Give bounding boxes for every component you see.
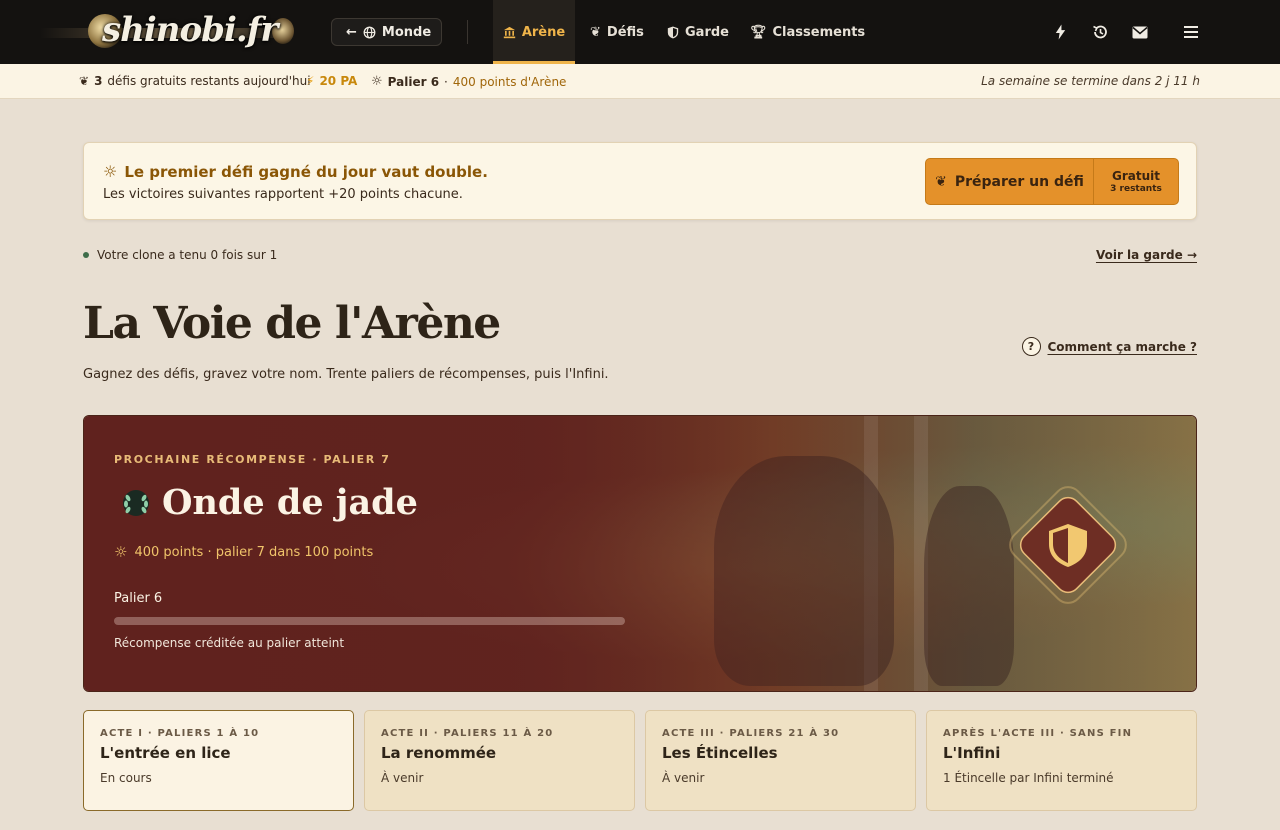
- act-status: À venir: [381, 771, 424, 785]
- tab-label: Défis: [606, 24, 644, 40]
- how-it-works[interactable]: ? Comment ça marche ?: [1021, 337, 1198, 356]
- history-icon[interactable]: [1090, 22, 1110, 42]
- banner-title-text: Le premier défi gagné du jour vaut doubl…: [124, 162, 488, 181]
- view-guard-link[interactable]: Voir la garde →: [1096, 248, 1197, 262]
- current-tier: Palier 6: [114, 591, 163, 606]
- reward-points: ☼ 400 points · palier 7 dans 100 points: [114, 543, 373, 561]
- reward-note: Récompense créditée au palier atteint: [114, 636, 345, 650]
- cta-label: Préparer un défi: [954, 173, 1084, 190]
- banner-title: ☼ Le premier défi gagné du jour vaut dou…: [103, 162, 488, 181]
- week-countdown: La semaine se termine dans 2 j 11 h: [981, 74, 1200, 88]
- act-card-3[interactable]: ACTE III · PALIERS 21 À 30 Les Étincelle…: [645, 710, 916, 811]
- tab-garde[interactable]: Garde: [667, 0, 729, 64]
- tier-progress-bar: [114, 617, 625, 625]
- tab-arene[interactable]: Arène: [493, 0, 575, 64]
- act-status: En cours: [100, 771, 152, 785]
- act-card-infinite[interactable]: APRÈS L'ACTE III · SANS FIN L'Infini 1 É…: [926, 710, 1197, 811]
- sun-icon: ☼: [103, 162, 118, 181]
- prepare-challenge-main[interactable]: ❦ Préparer un défi: [926, 159, 1094, 204]
- prepare-challenge-button[interactable]: ❦ Préparer un défi Gratuit 3 restants: [925, 158, 1179, 205]
- status-bar: ❦ 3 défis gratuits restants aujourd'hui …: [0, 64, 1280, 99]
- act-title: La renommée: [381, 744, 497, 762]
- menu-icon[interactable]: [1181, 22, 1201, 42]
- nav-divider: [467, 20, 468, 44]
- lotus-icon: ❦: [935, 173, 947, 190]
- act-kicker: APRÈS L'ACTE III · SANS FIN: [943, 728, 1133, 739]
- act-kicker: ACTE III · PALIERS 21 À 30: [662, 728, 840, 739]
- banner-subtitle: Les victoires suivantes rapportent +20 p…: [103, 187, 463, 202]
- free-badge: Gratuit 3 restants: [1094, 159, 1178, 204]
- temple-icon: [503, 26, 515, 38]
- tier-info: ☼ Palier 6 · 400 points d'Arène: [371, 74, 566, 89]
- mail-icon[interactable]: [1130, 22, 1150, 42]
- free-badge-title: Gratuit: [1112, 169, 1160, 183]
- status-dot: [83, 252, 89, 258]
- act-kicker: ACTE II · PALIERS 11 À 20: [381, 728, 554, 739]
- reward-points-text: 400 points · palier 7 dans 100 points: [134, 544, 374, 560]
- sun-icon: ☼: [114, 543, 128, 561]
- free-challenges: ❦ 3 défis gratuits restants aujourd'hui: [79, 74, 311, 88]
- tab-label: Garde: [685, 24, 729, 40]
- page-subtitle: Gagnez des défis, gravez votre nom. Tren…: [83, 367, 609, 382]
- tab-classements[interactable]: 🏆︎ Classements: [750, 0, 865, 64]
- lotus-icon: ❦: [79, 74, 90, 88]
- act-status: À venir: [662, 771, 705, 785]
- sun-icon: ☼: [371, 74, 383, 89]
- arena-points: 400 points d'Arène: [452, 74, 567, 89]
- tab-label: Arène: [521, 24, 566, 40]
- free-text: défis gratuits restants aujourd'hui: [107, 74, 311, 88]
- help-icon: ?: [1021, 337, 1041, 356]
- free-badge-sub: 3 restants: [1110, 184, 1162, 194]
- trophy-icon: 🏆︎: [750, 24, 767, 40]
- act-status: 1 Étincelle par Infini terminé: [943, 771, 1114, 785]
- globe-icon: [363, 26, 376, 38]
- action-points: ⚡︎ 20 PA: [306, 74, 357, 88]
- laurel-icon: [123, 489, 149, 516]
- world-button[interactable]: ← Monde: [331, 18, 442, 46]
- top-navigation: shinobi.fr ← Monde Arène ❦ Défis Garde 🏆…: [0, 0, 1280, 64]
- act-card-1[interactable]: ACTE I · PALIERS 1 À 10 L'entrée en lice…: [83, 710, 354, 811]
- act-title: L'entrée en lice: [100, 744, 231, 762]
- pa-value: 20 PA: [319, 74, 358, 88]
- clone-text: Votre clone a tenu 0 fois sur 1: [97, 248, 278, 262]
- tab-label: Classements: [772, 24, 866, 40]
- act-title: Les Étincelles: [662, 744, 778, 762]
- daily-bonus-banner: ☼ Le premier défi gagné du jour vaut dou…: [83, 142, 1197, 220]
- world-button-label: Monde: [381, 24, 432, 40]
- lightning-icon: ⚡︎: [306, 74, 315, 88]
- act-card-2[interactable]: ACTE II · PALIERS 11 À 20 La renommée À …: [364, 710, 635, 811]
- next-reward-card: PROCHAINE RÉCOMPENSE · PALIER 7 Onde de …: [83, 415, 1197, 692]
- lightning-icon[interactable]: [1050, 22, 1070, 42]
- arrow-left-icon: ←: [346, 24, 357, 40]
- lotus-icon: ❦: [590, 24, 601, 40]
- clone-status: Votre clone a tenu 0 fois sur 1: [83, 248, 277, 262]
- free-count: 3: [94, 74, 103, 88]
- act-title: L'Infini: [943, 744, 1001, 762]
- tier-label: Palier 6: [387, 74, 440, 89]
- act-kicker: ACTE I · PALIERS 1 À 10: [100, 728, 260, 739]
- reward-title-text: Onde de jade: [162, 482, 418, 523]
- page-title: La Voie de l'Arène: [83, 298, 501, 349]
- tab-defis[interactable]: ❦ Défis: [590, 0, 644, 64]
- help-link[interactable]: Comment ça marche ?: [1048, 340, 1198, 354]
- logo[interactable]: shinobi.fr: [40, 6, 295, 58]
- shield-icon: [667, 26, 679, 38]
- reward-badge: [1009, 486, 1127, 604]
- separator: ·: [444, 74, 448, 89]
- logo-text: shinobi.fr: [102, 10, 278, 50]
- reward-title: Onde de jade: [120, 482, 418, 523]
- reward-kicker: PROCHAINE RÉCOMPENSE · PALIER 7: [114, 453, 391, 466]
